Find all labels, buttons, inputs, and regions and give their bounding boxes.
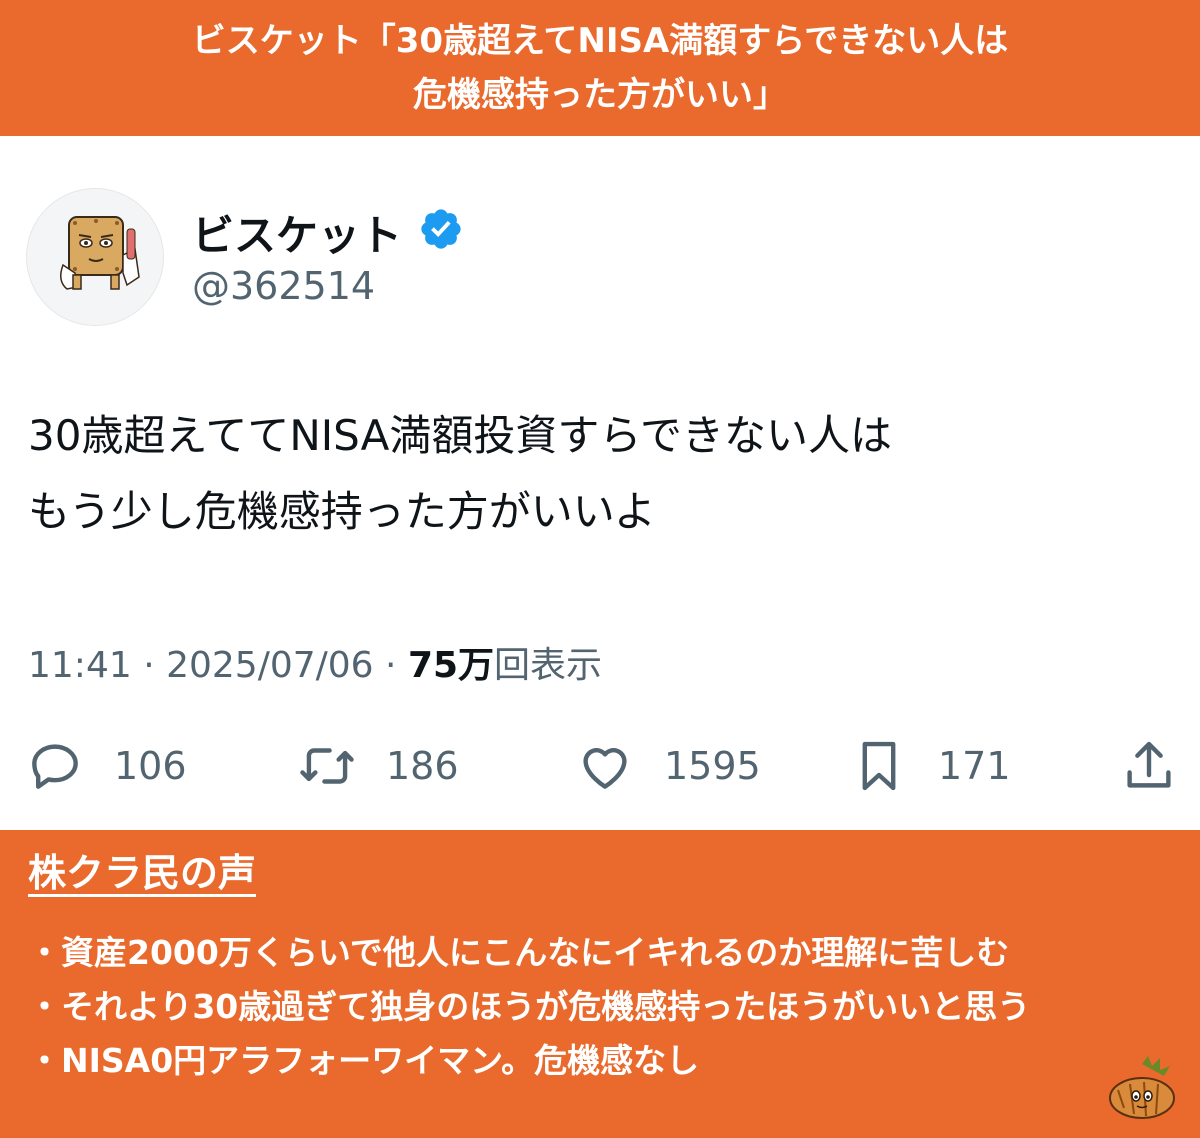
- reply-icon: [32, 744, 78, 789]
- action-bar: 106 186 1595 171: [0, 734, 1200, 798]
- tweet-meta: 11:41 · 2025/07/06 · 75万回表示: [28, 636, 602, 688]
- tweet-card: ビスケット @362514 30歳超えててNISA満額投資すらできない人は もう…: [0, 136, 1200, 830]
- tweet-text-line-2: もう少し危機感持った方がいいよ: [28, 487, 656, 536]
- user-handle[interactable]: @362514: [192, 264, 375, 308]
- like-icon: [583, 748, 627, 789]
- bookmark-icon: [862, 741, 896, 791]
- bookmark-count: 171: [938, 744, 1011, 788]
- comment-item: ・資産2000万くらいで他人にこんなにイキれるのか理解に苦しむ: [28, 933, 1010, 972]
- reply-count: 106: [114, 744, 187, 788]
- reply-button[interactable]: 106: [24, 734, 187, 798]
- meta-separator: ·: [143, 645, 167, 686]
- share-button[interactable]: [1118, 734, 1180, 798]
- voices-section: 株クラ民の声 ・資産2000万くらいで他人にこんなにイキれるのか理解に苦しむ ・…: [0, 830, 1200, 1138]
- avatar[interactable]: [26, 188, 164, 326]
- voices-title: 株クラ民の声: [28, 851, 257, 895]
- share-icon: [1127, 741, 1171, 788]
- tweet-date[interactable]: 2025/07/06: [166, 645, 374, 686]
- headline-line-2: 危機感持った方がいい」: [413, 75, 787, 115]
- display-name[interactable]: ビスケット: [192, 202, 402, 263]
- mascot-icon: [1109, 1056, 1175, 1119]
- retweet-icon: [300, 748, 354, 784]
- comment-item: ・それより30歳過ぎて独身のほうが危機感持ったほうがいいと思う: [28, 987, 1031, 1026]
- comment-item: ・NISA0円アラフォーワイマン。危機感なし: [28, 1041, 700, 1080]
- tweet-text-line-1: 30歳超えててNISA満額投資すらできない人は: [28, 411, 893, 460]
- headline-banner: ビスケット「30歳超えてNISA満額すらできない人は 危機感持った方がいい」: [0, 0, 1200, 136]
- tweet-time[interactable]: 11:41: [28, 645, 132, 686]
- biscuit-character-icon: [60, 216, 140, 290]
- comment-list: ・資産2000万くらいで他人にこんなにイキれるのか理解に苦しむ ・それより30歳…: [28, 926, 1030, 1088]
- retweet-count: 186: [386, 744, 459, 788]
- like-count: 1595: [664, 744, 761, 788]
- like-button[interactable]: 1595: [574, 734, 761, 798]
- meta-separator: ·: [385, 645, 408, 686]
- retweet-button[interactable]: 186: [296, 734, 459, 798]
- headline-line-1: ビスケット「30歳超えてNISA満額すらできない人は: [191, 21, 1009, 61]
- bookmark-button[interactable]: 171: [848, 734, 1011, 798]
- verified-badge-icon: [421, 209, 461, 249]
- view-count: 75万: [407, 645, 495, 686]
- tweet-text: 30歳超えててNISA満額投資すらできない人は もう少し危機感持った方がいいよ: [28, 398, 892, 550]
- view-label: 回表示: [494, 645, 603, 686]
